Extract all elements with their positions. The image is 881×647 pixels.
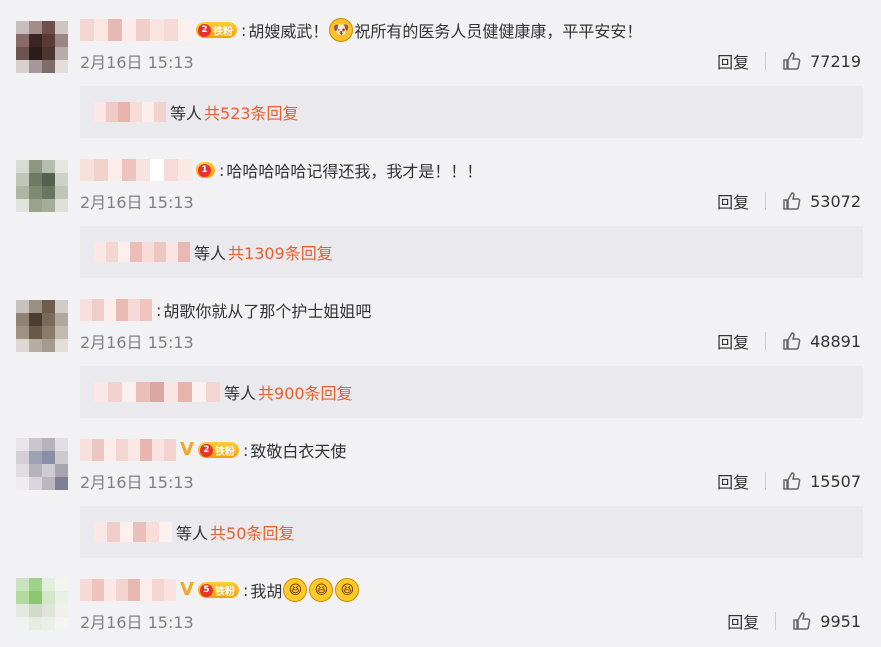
username-blurred[interactable] [80,159,192,181]
like-count: 77219 [810,51,861,71]
fan-badge[interactable]: 2 铁粉 [196,22,237,38]
timestamp: 2月16日 15:13 [80,53,194,72]
fan-badge[interactable]: 1 [196,162,215,178]
comment-line: 1 : 哈哈哈哈哈记得还我，我才是！！！ [80,156,482,184]
fan-badge[interactable]: 2 铁粉 [197,442,239,458]
comment-text: 哈哈哈哈哈记得还我，我才是！！！ [226,162,483,181]
doge-icon: 🐶 [329,18,354,42]
thumbs-up-icon [783,52,801,70]
timestamp: 2月16日 15:13 [80,613,194,632]
timestamp: 2月16日 15:13 [80,473,194,492]
comment-line: 2 铁粉 : 胡嫂威武！ 🐶 祝所有的医务人员健健康康，平平安安！ [80,16,642,44]
replier-names-blurred [94,522,172,542]
comment-text: 致敬白衣天使 [250,442,347,461]
like-count: 48891 [810,331,861,351]
verified-badge-icon[interactable]: V [180,441,194,459]
replier-names-blurred [94,382,220,402]
username-blurred[interactable] [80,19,192,41]
username-blurred[interactable] [80,299,152,321]
username-blurred[interactable] [80,579,176,601]
sub-replies-suffix: 等人 [194,244,227,263]
like-button[interactable]: 53072 [782,191,861,211]
comment-line: V 2 铁粉 : 致敬白衣天使 [80,436,346,464]
sub-replies-box[interactable]: 等人 共1309条回复 [80,226,863,278]
comment-line: : 胡歌你就从了那个护士姐姐吧 [80,296,371,324]
colon: : [242,580,249,600]
colon: : [156,300,162,320]
colon: : [242,440,249,460]
thumbs-up-icon [793,612,811,630]
sub-replies-box[interactable]: 等人 共900条回复 [80,366,863,418]
sub-replies-suffix: 等人 [170,104,203,123]
thumbs-up-icon [783,332,801,350]
replier-names-blurred [94,102,166,122]
avatar[interactable] [16,160,68,212]
avatar[interactable] [16,578,68,630]
like-button[interactable]: 77219 [782,51,861,71]
comment-text: 我胡 [250,582,283,601]
laughing-face-icon: 😆 [283,578,308,602]
comment-text: 胡歌你就从了那个护士姐姐吧 [163,302,372,321]
comment-meta: 2月16日 15:13 回复 77219 [80,49,861,73]
comment-line: V 5 铁粉 : 我胡 😆 😆 😆 [80,576,360,604]
sub-replies-count[interactable]: 共523条回复 [204,100,299,124]
sub-replies-count[interactable]: 共1309条回复 [228,240,333,264]
laughing-face-icon: 😆 [309,578,334,602]
sub-replies-suffix: 等人 [224,384,257,403]
timestamp: 2月16日 15:13 [80,193,194,212]
avatar[interactable] [16,300,68,352]
sub-replies-count[interactable]: 共50条回复 [210,520,294,544]
comment-meta: 2月16日 15:13 回复 9951 [80,609,861,633]
laughing-face-icon: 😆 [335,578,360,602]
replier-names-blurred [94,242,190,262]
reply-button[interactable]: 回复 [727,609,759,633]
like-count: 53072 [810,191,861,211]
username-blurred[interactable] [80,439,176,461]
timestamp: 2月16日 15:13 [80,333,194,352]
avatar[interactable] [16,21,68,73]
colon: : [241,20,247,40]
reply-button[interactable]: 回复 [717,469,749,493]
reply-button[interactable]: 回复 [717,49,749,73]
verified-badge-icon[interactable]: V [180,581,194,599]
fan-badge[interactable]: 5 铁粉 [197,582,239,598]
like-button[interactable]: 15507 [782,471,861,491]
avatar[interactable] [16,438,68,490]
comment-meta: 2月16日 15:13 回复 15507 [80,469,861,493]
divider [765,52,767,70]
like-count: 15507 [810,471,861,491]
comment-meta: 2月16日 15:13 回复 53072 [80,189,861,213]
like-count: 9951 [820,611,861,631]
like-button[interactable]: 48891 [782,331,861,351]
comment-meta: 2月16日 15:13 回复 48891 [80,329,861,353]
sub-replies-box[interactable]: 等人 共523条回复 [80,86,863,138]
like-button[interactable]: 9951 [792,611,861,631]
thumbs-up-icon [783,192,801,210]
reply-button[interactable]: 回复 [717,189,749,213]
thumbs-up-icon [783,472,801,490]
sub-replies-count[interactable]: 共900条回复 [258,380,353,404]
sub-replies-box[interactable]: 等人 共50条回复 [80,506,863,558]
divider [765,192,767,210]
comment-text: 胡嫂威武！ [248,22,329,41]
divider [765,332,767,350]
reply-button[interactable]: 回复 [717,329,749,353]
sub-replies-suffix: 等人 [176,524,209,543]
comment-text-continued: 祝所有的医务人员健健康康，平平安安！ [354,22,643,41]
divider [775,612,777,630]
divider [765,472,767,490]
colon: : [219,160,225,180]
